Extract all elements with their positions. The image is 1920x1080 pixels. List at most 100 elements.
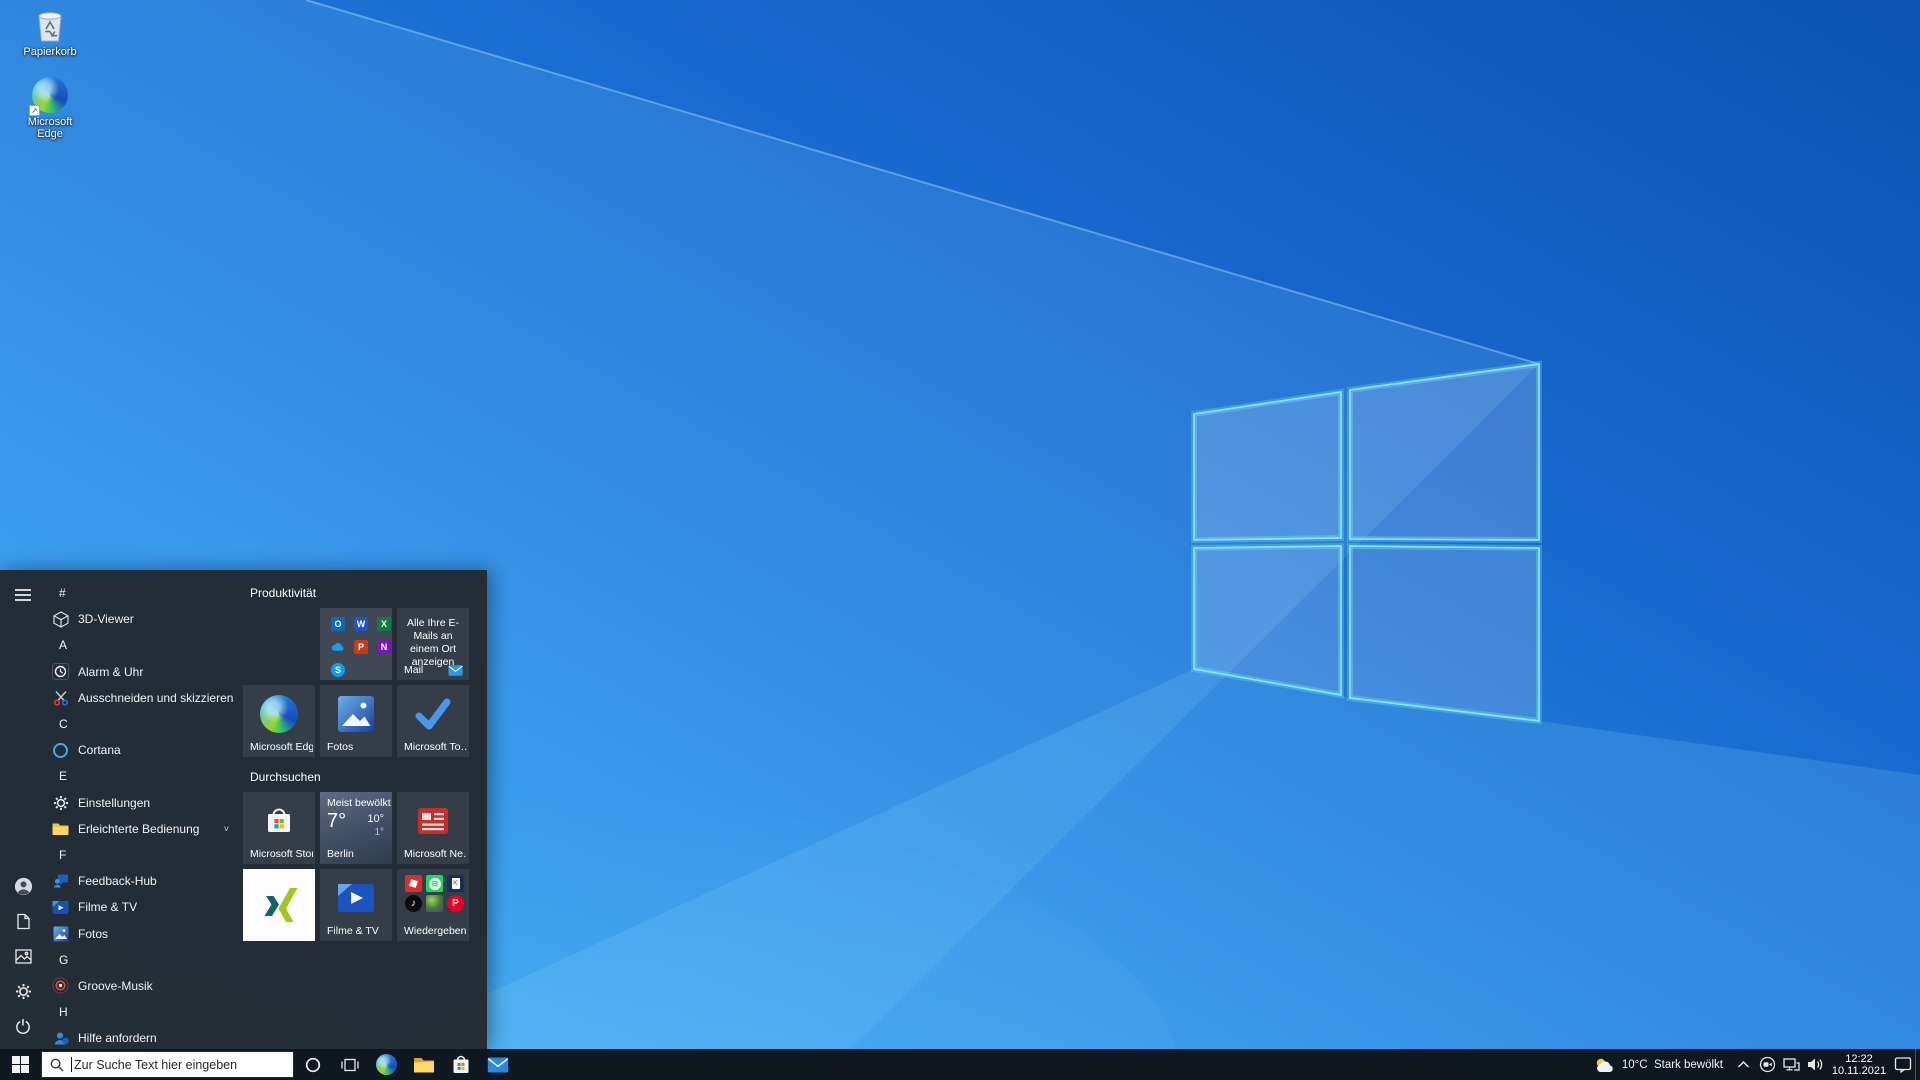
taskbar-edge-button[interactable] bbox=[368, 1049, 405, 1080]
speaker-icon bbox=[1807, 1057, 1824, 1072]
tile-microsoft-todo[interactable]: Microsoft To… bbox=[397, 685, 469, 757]
tray-volume-button[interactable] bbox=[1804, 1049, 1826, 1080]
tile-fotos[interactable]: Fotos bbox=[320, 685, 392, 757]
start-rail bbox=[0, 570, 46, 1049]
tile-label: Microsoft Edge bbox=[250, 741, 313, 753]
groove-music-icon bbox=[52, 977, 69, 994]
photos-icon bbox=[52, 925, 69, 942]
app-label: Ausschneiden und skizzieren bbox=[78, 691, 233, 705]
taskbar-cortana-button[interactable] bbox=[294, 1049, 331, 1080]
excel-icon: X bbox=[377, 617, 391, 631]
tile-microsoft-news[interactable]: Microsoft Ne… bbox=[397, 792, 469, 864]
weather-low: 1° bbox=[374, 827, 384, 838]
start-letter-hash[interactable]: # bbox=[46, 580, 242, 606]
tile-wiedergeben-folder[interactable]: K ♪ P Wiedergeben bbox=[397, 869, 469, 941]
start-app-snip-sketch[interactable]: Ausschneiden und skizzieren bbox=[46, 685, 242, 711]
tray-chevron-up-button[interactable] bbox=[1732, 1049, 1754, 1080]
task-view-icon bbox=[341, 1058, 359, 1072]
pictures-icon bbox=[15, 949, 32, 964]
start-app-cortana[interactable]: Cortana bbox=[46, 737, 242, 763]
weather-high: 10° bbox=[367, 813, 384, 825]
taskbar-mail-button[interactable] bbox=[479, 1049, 516, 1080]
start-app-fotos[interactable]: Fotos bbox=[46, 920, 242, 946]
tile-wetter[interactable]: Meist bewölkt 7° 10° 1° Berlin bbox=[320, 792, 392, 864]
tile-group-produktivitaet: Produktivität O W X P N S bbox=[242, 585, 487, 757]
tile-office-folder[interactable]: O W X P N S bbox=[320, 608, 392, 680]
hamburger-icon bbox=[14, 588, 32, 602]
shortcut-arrow-icon: ➚ bbox=[29, 105, 40, 116]
start-power-button[interactable] bbox=[0, 1011, 46, 1041]
tray-clock[interactable]: 12:22 10.11.2021 bbox=[1827, 1053, 1891, 1077]
tray-weather-widget[interactable]: 10°C Stark bewölkt bbox=[1586, 1049, 1731, 1080]
todo-check-icon bbox=[413, 697, 453, 731]
start-app-einstellungen[interactable]: Einstellungen bbox=[46, 790, 242, 816]
start-hamburger-button[interactable] bbox=[0, 580, 46, 610]
gear-icon bbox=[52, 794, 69, 811]
start-letter-c[interactable]: C bbox=[46, 711, 242, 737]
app-label: Fotos bbox=[78, 927, 108, 941]
tray-network-button[interactable] bbox=[1780, 1049, 1802, 1080]
desktop-icon-label: Microsoft Edge bbox=[14, 116, 86, 140]
tile-xing[interactable] bbox=[243, 869, 315, 941]
start-app-erleichterte-bedienung[interactable]: Erleichterte Bedienung ˅ bbox=[46, 816, 242, 842]
start-documents-button[interactable] bbox=[0, 906, 46, 936]
start-settings-button[interactable] bbox=[0, 976, 46, 1006]
start-app-alarm-uhr[interactable]: Alarm & Uhr bbox=[46, 659, 242, 685]
word-icon: W bbox=[354, 617, 368, 631]
tile-filme-tv[interactable]: Filme & TV bbox=[320, 869, 392, 941]
app-label: Filme & TV bbox=[78, 900, 137, 914]
desktop-icon-microsoft-edge[interactable]: ➚ Microsoft Edge bbox=[14, 76, 86, 140]
taskbar-search-box[interactable]: Zur Suche Text hier eingeben bbox=[41, 1051, 294, 1078]
start-app-list: # 3D-Viewer A Alarm & Uhr Ausschneiden u… bbox=[46, 570, 242, 1049]
tray-meet-now-button[interactable] bbox=[1756, 1049, 1778, 1080]
tray-condition: Stark bewölkt bbox=[1654, 1059, 1723, 1071]
tile-microsoft-store[interactable]: Microsoft Store bbox=[243, 792, 315, 864]
pinterest-icon: P bbox=[447, 895, 464, 912]
tile-label: Microsoft To… bbox=[404, 741, 467, 753]
action-center-button[interactable] bbox=[1892, 1049, 1914, 1080]
taskbar-file-explorer-button[interactable] bbox=[405, 1049, 442, 1080]
app-label: Cortana bbox=[78, 743, 121, 757]
action-center-icon bbox=[1894, 1056, 1912, 1073]
tile-group-durchsuchen: Durchsuchen Microsoft Store Meist bewölk… bbox=[242, 769, 487, 941]
start-app-3d-viewer[interactable]: 3D-Viewer bbox=[46, 606, 242, 632]
start-app-feedback-hub[interactable]: Feedback-Hub bbox=[46, 868, 242, 894]
game-art-icon bbox=[426, 895, 443, 912]
tray-temp: 10°C bbox=[1622, 1059, 1648, 1071]
screen: Papierkorb ➚ Microsoft Edge bbox=[0, 0, 1920, 1080]
app-label: Alarm & Uhr bbox=[78, 665, 143, 679]
start-user-button[interactable] bbox=[0, 871, 46, 901]
xing-icon bbox=[257, 883, 301, 927]
start-button[interactable] bbox=[0, 1049, 41, 1080]
start-letter-e[interactable]: E bbox=[46, 763, 242, 789]
recycle-bin-icon bbox=[31, 6, 69, 44]
meet-now-icon bbox=[1759, 1056, 1776, 1073]
start-app-hilfe-anfordern[interactable]: Hilfe anfordern bbox=[46, 1025, 242, 1049]
file-explorer-icon bbox=[413, 1056, 435, 1074]
weather-city: Berlin bbox=[327, 848, 354, 860]
tile-group-title[interactable]: Produktivität bbox=[250, 585, 487, 601]
tile-label: Wiedergeben bbox=[404, 925, 466, 937]
text-cursor bbox=[71, 1057, 72, 1072]
taskbar-store-button[interactable] bbox=[442, 1049, 479, 1080]
solitaire-icon: K bbox=[447, 875, 464, 892]
start-letter-g[interactable]: G bbox=[46, 947, 242, 973]
tile-mail[interactable]: Alle Ihre E-Mails an einem Ort anzeigen … bbox=[397, 608, 469, 680]
desktop-icon-recycle-bin[interactable]: Papierkorb bbox=[14, 6, 86, 58]
show-desktop-button[interactable] bbox=[1915, 1049, 1920, 1080]
start-letter-f[interactable]: F bbox=[46, 842, 242, 868]
start-letter-h[interactable]: H bbox=[46, 999, 242, 1025]
desktop-icon-label: Papierkorb bbox=[23, 46, 76, 58]
start-app-filme-tv[interactable]: Filme & TV bbox=[46, 894, 242, 920]
outlook-icon: O bbox=[331, 617, 345, 631]
start-app-groove-musik[interactable]: Groove-Musik bbox=[46, 973, 242, 999]
scissors-icon bbox=[52, 689, 69, 706]
movies-tv-icon bbox=[52, 899, 69, 916]
tile-empty-slot bbox=[243, 608, 315, 680]
tile-group-title[interactable]: Durchsuchen bbox=[250, 769, 487, 785]
tile-microsoft-edge[interactable]: Microsoft Edge bbox=[243, 685, 315, 757]
taskbar-task-view-button[interactable] bbox=[331, 1049, 368, 1080]
skype-icon: S bbox=[331, 663, 345, 677]
start-letter-a[interactable]: A bbox=[46, 632, 242, 658]
start-pictures-button[interactable] bbox=[0, 941, 46, 971]
